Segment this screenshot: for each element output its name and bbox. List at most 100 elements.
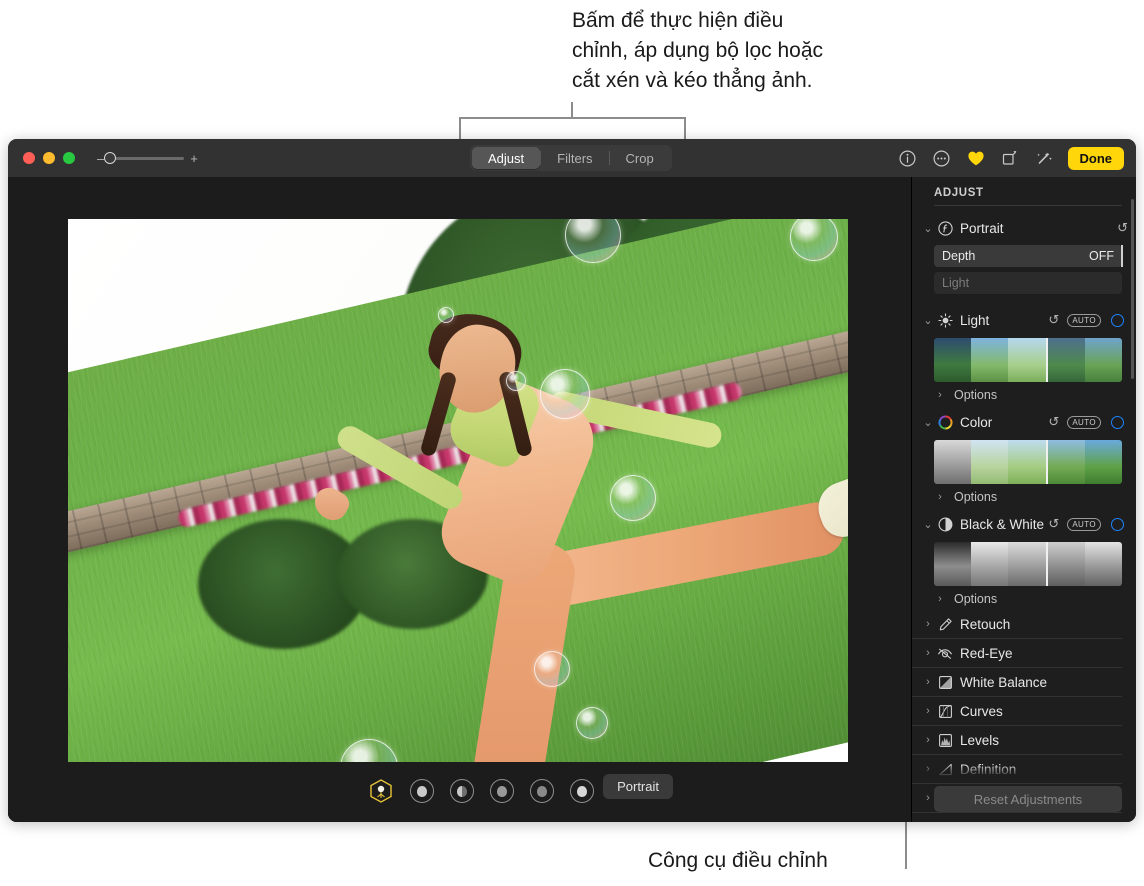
tab-adjust[interactable]: Adjust [472,147,541,169]
chevron-right-icon[interactable]: › [922,676,934,688]
edited-photo[interactable] [68,219,848,802]
chevron-down-icon[interactable]: ⌄ [922,416,934,429]
minimize-window-button[interactable] [43,152,55,164]
traffic-lights [23,152,75,164]
chevron-right-icon[interactable]: › [922,705,934,717]
revert-icon[interactable]: ↺ [1048,414,1059,430]
light-options-row[interactable]: › Options [912,384,1136,406]
chevron-right-icon[interactable]: › [922,734,934,746]
toolbar-right-tools: Done [898,139,1124,177]
more-options-icon[interactable] [932,148,952,168]
reset-adjustments-button[interactable]: Reset Adjustments [934,786,1122,812]
auto-button[interactable]: AUTO [1067,517,1101,531]
photo-bubble-10 [534,651,570,687]
callout-top-bracket-right [684,117,686,140]
portrait-light-row[interactable]: Light [934,272,1122,294]
bw-thumb-5[interactable] [1084,542,1122,586]
chevron-right-icon[interactable]: › [922,792,934,804]
revert-icon[interactable]: ↺ [1048,516,1059,532]
color-options-label: Options [954,490,998,504]
effect-stage-light[interactable] [490,779,514,803]
photo-bubble-4 [506,371,526,391]
chevron-right-icon[interactable]: › [922,618,934,630]
light-thumb-4[interactable] [1047,338,1085,382]
info-icon[interactable] [898,148,918,168]
zoom-out-icon[interactable]: – [97,152,104,165]
color-thumb-2[interactable] [971,440,1009,484]
effect-studio-light[interactable] [410,779,434,803]
rotate-icon[interactable] [1000,148,1020,168]
light-thumb-2[interactable] [971,338,1009,382]
revert-icon[interactable]: ↺ [1117,220,1128,236]
done-button[interactable]: Done [1067,146,1124,170]
callout-top-text: Bấm để thực hiện điều chỉnh, áp dụng bộ … [572,9,824,92]
auto-button[interactable]: AUTO [1067,313,1101,327]
light-thumb-5[interactable] [1084,338,1122,382]
bw-thumb-2[interactable] [971,542,1009,586]
zoom-slider-track[interactable] [104,151,185,164]
adjust-sidebar: ADJUST ⌄ Portrait ↺ Depth OFF Light ⌄ Li… [911,177,1136,822]
group-portrait-label: Portrait [960,220,1004,236]
effect-high-key-light-mono[interactable] [570,779,594,803]
zoom-in-icon[interactable]: + [190,152,198,165]
photo-bubble-8 [576,707,608,739]
zoom-slider[interactable]: – + [97,151,198,165]
adjust-sidebar-scroll[interactable]: ADJUST ⌄ Portrait ↺ Depth OFF Light ⌄ Li… [912,177,1136,822]
sidebar-item-retouch[interactable]: › Retouch [912,610,1122,639]
edit-mode-tabs[interactable]: Adjust Filters Crop [470,145,672,171]
enable-toggle-ring[interactable] [1111,313,1124,327]
sidebar-scrollbar[interactable] [1131,199,1134,379]
light-thumb-1[interactable] [934,338,972,382]
chevron-right-icon[interactable]: › [934,491,946,503]
zoom-slider-knob[interactable] [104,151,117,164]
portrait-badge[interactable]: Portrait [603,774,673,799]
color-thumb-3[interactable] [1008,440,1046,484]
favorite-heart-icon[interactable] [966,148,986,168]
color-preview-strip[interactable] [934,440,1122,484]
revert-icon[interactable]: ↺ [1048,312,1059,328]
enable-toggle-ring[interactable] [1111,517,1124,531]
portrait-depth-row[interactable]: Depth OFF [934,245,1123,267]
aperture-f-icon [937,220,953,236]
color-thumb-1[interactable] [934,440,972,484]
close-window-button[interactable] [23,152,35,164]
auto-enhance-icon[interactable] [1034,148,1054,168]
group-portrait[interactable]: ⌄ Portrait ↺ [912,216,1136,240]
effect-natural-light[interactable] [368,778,394,804]
sidebar-fade [912,764,1136,780]
sidebar-item-curves[interactable]: › Curves [912,697,1122,726]
tab-crop[interactable]: Crop [610,147,670,169]
bw-thumb-1[interactable] [934,542,972,586]
chevron-right-icon[interactable]: › [934,593,946,605]
chevron-right-icon[interactable]: › [922,647,934,659]
bw-thumb-3[interactable] [1008,542,1046,586]
levels-icon [937,732,953,748]
enable-toggle-ring[interactable] [1111,415,1124,429]
window-toolbar: – + Adjust Filters Crop Done [8,139,1136,177]
bw-thumb-4[interactable] [1047,542,1085,586]
zoom-window-button[interactable] [63,152,75,164]
effect-stage-light-mono[interactable] [530,779,554,803]
tab-filters[interactable]: Filters [541,147,608,169]
auto-button[interactable]: AUTO [1067,415,1101,429]
black-white-preview-strip[interactable] [934,542,1122,586]
black-white-options-row[interactable]: › Options [912,588,1136,610]
light-thumb-3[interactable] [1008,338,1046,382]
chevron-down-icon[interactable]: ⌄ [922,518,934,531]
portrait-effects-row[interactable] [368,778,594,804]
light-preview-strip[interactable] [934,338,1122,382]
chevron-right-icon[interactable]: › [934,389,946,401]
group-black-and-white[interactable]: ⌄ Black & White ↺ AUTO [912,512,1136,536]
chevron-down-icon[interactable]: ⌄ [922,314,934,327]
sidebar-item-white-balance[interactable]: › White Balance [912,668,1122,697]
color-thumb-5[interactable] [1084,440,1122,484]
sidebar-item-levels[interactable]: › Levels [912,726,1122,755]
sidebar-item-red-eye[interactable]: › Red-Eye [912,639,1122,668]
group-light[interactable]: ⌄ Light ↺ AUTO [912,308,1136,332]
color-options-row[interactable]: › Options [912,486,1136,508]
group-color[interactable]: ⌄ Color ↺ AUTO [912,410,1136,434]
effect-contour-light[interactable] [450,779,474,803]
chevron-down-icon[interactable]: ⌄ [922,222,934,235]
photo-canvas[interactable]: Portrait [8,177,911,822]
color-thumb-4[interactable] [1047,440,1085,484]
